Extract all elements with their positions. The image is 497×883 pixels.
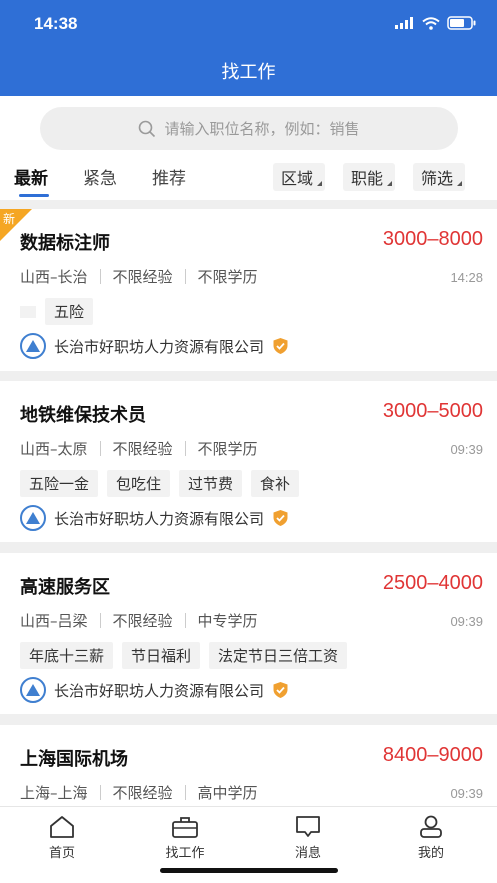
- job-tag: 五险: [45, 298, 94, 325]
- filter-more-label: 筛选: [421, 169, 454, 188]
- job-education: 不限学历: [197, 268, 258, 286]
- nav-jobs[interactable]: 找工作: [145, 815, 225, 861]
- status-icons: [395, 16, 477, 30]
- job-salary: 3000–5000: [382, 400, 483, 422]
- dropdown-triangle-icon: [317, 181, 323, 186]
- job-meta: 山西–太原 不限经验 不限学历: [20, 438, 258, 459]
- job-experience: 不限经验: [112, 784, 173, 802]
- signal-icon: [395, 17, 413, 29]
- job-tags: 年底十三薪 节日福利 法定节日三倍工资: [20, 642, 348, 669]
- job-tag: 食补: [251, 470, 300, 497]
- tab-bar: 最新 紧急 推荐 区域 职能 筛选: [0, 160, 497, 200]
- search-placeholder: 请输入职位名称，例如：销售: [164, 120, 360, 138]
- verified-shield-icon: [273, 338, 288, 354]
- search-input[interactable]: 请输入职位名称，例如：销售: [40, 107, 458, 150]
- status-time: 14:38: [34, 14, 78, 33]
- verified-shield-icon: [273, 510, 288, 526]
- job-tag: 节日福利: [122, 642, 201, 669]
- job-card[interactable]: 高速服务区 2500–4000 山西–吕梁 不限经验 中专学历 09:39 年底…: [0, 553, 497, 714]
- battery-icon: [447, 16, 476, 30]
- page-title: 找工作: [221, 62, 276, 83]
- message-icon: [296, 816, 320, 837]
- app-header: 14:38 找工作: [0, 0, 497, 96]
- job-time: 09:39: [450, 786, 483, 801]
- job-meta: 山西–吕梁 不限经验 中专学历: [20, 610, 258, 631]
- nav-home-label: 首页: [48, 846, 75, 861]
- nav-messages[interactable]: 消息: [268, 815, 348, 861]
- search-icon: [139, 120, 156, 137]
- filter-more[interactable]: 筛选: [413, 163, 466, 191]
- job-salary: 8400–9000: [382, 744, 483, 766]
- verified-shield-icon: [273, 682, 288, 698]
- tab-urgent[interactable]: 紧急: [83, 164, 117, 189]
- home-indicator: [160, 868, 338, 873]
- job-time: 14:28: [450, 270, 483, 285]
- job-time: 09:39: [450, 442, 483, 457]
- divider: [0, 200, 497, 209]
- job-salary: 2500–4000: [382, 572, 483, 594]
- new-badge-label: 新: [3, 212, 16, 226]
- job-education: 中专学历: [197, 612, 258, 630]
- job-tag: 年底十三薪: [20, 642, 114, 669]
- job-education: 不限学历: [197, 440, 258, 458]
- job-title: 上海国际机场: [20, 749, 128, 770]
- company-logo-icon: [20, 505, 46, 531]
- active-tab-indicator: [19, 194, 49, 197]
- company-name: 长治市好职坊人力资源有限公司: [54, 681, 265, 700]
- divider: [0, 371, 497, 381]
- job-card[interactable]: 上海国际机场 8400–9000 上海–上海 不限经验 高中学历 09:39: [0, 725, 497, 806]
- user-icon: [420, 815, 442, 838]
- job-title: 地铁维保技术员: [20, 405, 146, 426]
- job-tags: 五险一金 包吃住 过节费 食补: [20, 470, 300, 497]
- filter-region[interactable]: 区域: [273, 163, 326, 191]
- company-row[interactable]: 长治市好职坊人力资源有限公司: [20, 505, 289, 531]
- job-title: 数据标注师: [20, 233, 110, 254]
- filter-function[interactable]: 职能: [343, 163, 396, 191]
- job-tag-empty: [20, 305, 36, 318]
- dropdown-triangle-icon: [387, 181, 393, 186]
- filter-function-label: 职能: [351, 169, 384, 188]
- job-location: 山西–长治: [20, 268, 88, 286]
- filter-region-label: 区域: [281, 169, 314, 188]
- wifi-icon: [422, 16, 440, 30]
- job-location: 上海–上海: [20, 784, 88, 802]
- company-logo-icon: [20, 333, 46, 359]
- job-experience: 不限经验: [112, 612, 173, 630]
- nav-jobs-label: 找工作: [165, 846, 205, 861]
- divider: [0, 542, 497, 553]
- divider: [0, 714, 497, 725]
- job-location: 山西–太原: [20, 440, 88, 458]
- job-meta: 山西–长治 不限经验 不限学历: [20, 266, 258, 287]
- company-name: 长治市好职坊人力资源有限公司: [54, 509, 265, 528]
- job-tag: 包吃住: [107, 470, 171, 497]
- home-icon: [50, 816, 74, 838]
- job-card[interactable]: 新 数据标注师 3000–8000 山西–长治 不限经验 不限学历 14:28 …: [0, 209, 497, 371]
- dropdown-triangle-icon: [457, 181, 463, 186]
- company-row[interactable]: 长治市好职坊人力资源有限公司: [20, 333, 289, 359]
- job-salary: 3000–8000: [382, 228, 483, 250]
- company-logo-icon: [20, 677, 46, 703]
- job-tags: 五险: [20, 298, 94, 325]
- job-education: 高中学历: [197, 784, 258, 802]
- job-experience: 不限经验: [112, 268, 173, 286]
- nav-profile-label: 我的: [417, 846, 444, 861]
- job-tag: 法定节日三倍工资: [209, 642, 348, 669]
- job-title: 高速服务区: [20, 577, 110, 598]
- nav-messages-label: 消息: [294, 846, 321, 861]
- job-card[interactable]: 地铁维保技术员 3000–5000 山西–太原 不限经验 不限学历 09:39 …: [0, 381, 497, 542]
- job-time: 09:39: [450, 614, 483, 629]
- briefcase-icon: [172, 817, 198, 838]
- job-location: 山西–吕梁: [20, 612, 88, 630]
- job-tag: 五险一金: [20, 470, 99, 497]
- tab-recommended[interactable]: 推荐: [152, 164, 186, 189]
- job-tag: 过节费: [179, 470, 243, 497]
- tab-latest[interactable]: 最新: [14, 164, 48, 189]
- nav-profile[interactable]: 我的: [391, 815, 471, 861]
- company-row[interactable]: 长治市好职坊人力资源有限公司: [20, 677, 289, 703]
- job-meta: 上海–上海 不限经验 高中学历: [20, 782, 258, 803]
- nav-home[interactable]: 首页: [22, 815, 102, 861]
- company-name: 长治市好职坊人力资源有限公司: [54, 337, 265, 356]
- job-experience: 不限经验: [112, 440, 173, 458]
